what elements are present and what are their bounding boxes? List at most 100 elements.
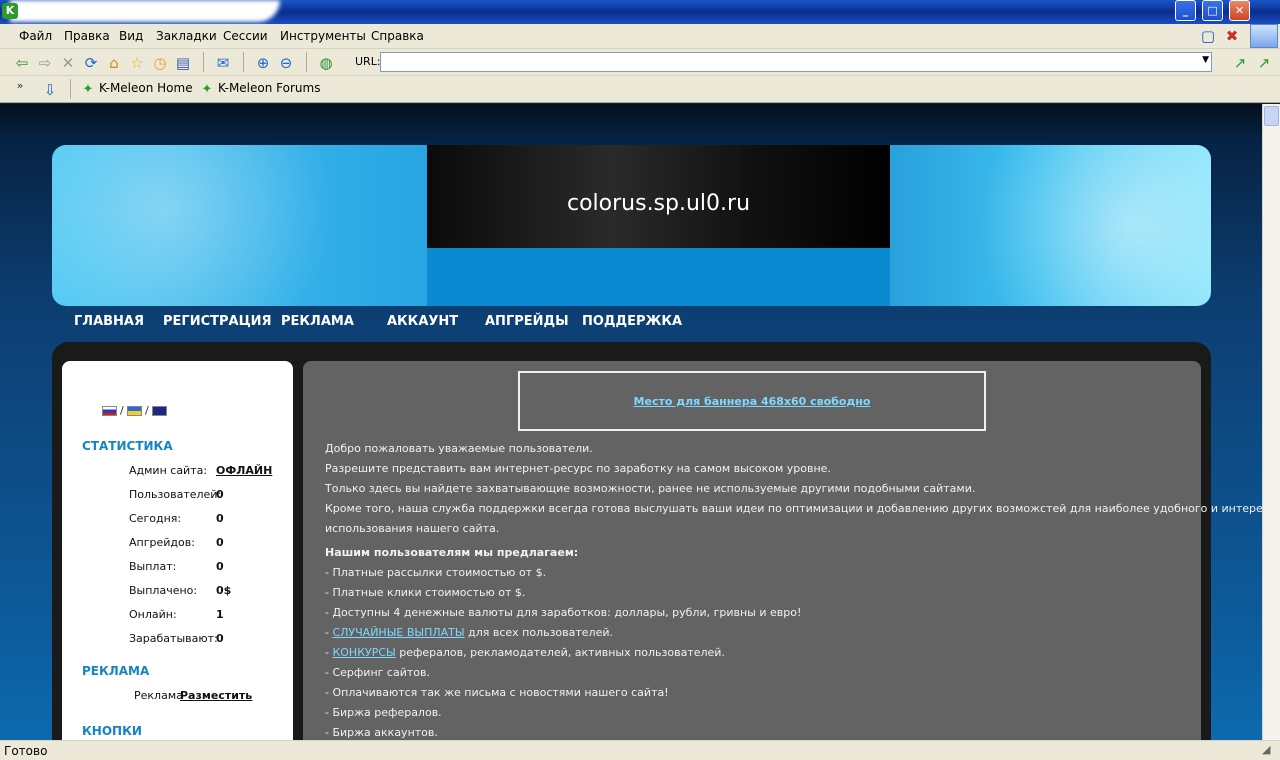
stat-value: 0 xyxy=(216,536,224,549)
header-blue-panel xyxy=(427,248,890,306)
toolbar-separator xyxy=(243,52,244,72)
stat-label: Зарабатывают: xyxy=(129,632,218,645)
close-button[interactable]: ✕ xyxy=(1229,0,1250,21)
stat-label: Онлайн: xyxy=(129,608,177,621)
nav-advertising[interactable]: РЕКЛАМА xyxy=(281,314,354,329)
k-meleon-app-icon: K xyxy=(2,3,18,19)
flag-ru-icon[interactable] xyxy=(102,406,117,416)
offer-heading: Нашим пользователям мы предлагаем: xyxy=(325,546,579,559)
site-header-banner: colorus.sp.ul0.ru xyxy=(52,145,1211,306)
status-text: Готово xyxy=(4,744,48,758)
go-alt-icon[interactable]: ↗ xyxy=(1254,53,1274,73)
toolbar-separator xyxy=(70,79,71,99)
new-window-icon[interactable]: ▢ xyxy=(1198,26,1218,46)
nav-account[interactable]: АККАУНТ xyxy=(387,314,458,329)
bookmarks-toolbar: » ⇩ ✦ K-Meleon Home ✦ K-Meleon Forums xyxy=(0,76,1280,103)
bookmark-k-meleon-forums[interactable]: K-Meleon Forums xyxy=(218,81,320,95)
k-meleon-bookmark-icon: ✦ xyxy=(82,82,94,97)
scrollbar-thumb[interactable] xyxy=(1264,106,1279,126)
menu-bookmarks[interactable]: Закладки xyxy=(156,29,217,43)
intro-line: использования нашего сайта. xyxy=(325,522,500,535)
offer-line: - Платные клики стоимостью от $. xyxy=(325,586,526,599)
intro-line: Разрешите представить вам интернет-ресур… xyxy=(325,462,831,475)
menu-view[interactable]: Вид xyxy=(119,29,143,43)
menu-tools[interactable]: Инструменты xyxy=(280,29,366,43)
nav-upgrades[interactable]: АПГРЕЙДЫ xyxy=(485,314,569,329)
stat-label: Пользователей: xyxy=(129,488,222,501)
forward-icon[interactable]: ⇨ xyxy=(35,53,55,73)
stat-value: 0 xyxy=(216,488,224,501)
print-icon[interactable]: ▤ xyxy=(173,53,193,73)
menu-file[interactable]: Файл xyxy=(19,29,52,43)
bookmark-star-icon[interactable]: ☆ xyxy=(127,53,147,73)
back-icon[interactable]: ⇦ xyxy=(12,53,32,73)
toolbar-separator xyxy=(203,52,204,72)
web-page-viewport: colorus.sp.ul0.ru ГЛАВНАЯ РЕГИСТРАЦИЯ РЕ… xyxy=(0,104,1262,740)
banner-ad-placeholder: Место для баннера 468x60 свободно xyxy=(518,371,986,431)
bookmark-k-meleon-home[interactable]: K-Meleon Home xyxy=(99,81,193,95)
offer-line: - Биржа аккаунтов. xyxy=(325,726,438,739)
home-icon[interactable]: ⌂ xyxy=(104,53,124,73)
close-tab-icon[interactable]: ✖ xyxy=(1222,26,1242,46)
offer-line: - Платные рассылки стоимостью от $. xyxy=(325,566,547,579)
stat-admin-value[interactable]: ОФЛАЙН xyxy=(216,464,272,477)
vertical-scrollbar[interactable] xyxy=(1262,104,1280,740)
minimize-button[interactable]: _ xyxy=(1175,0,1196,21)
url-input[interactable]: ▼ xyxy=(380,52,1212,72)
stat-label: Выплачено: xyxy=(129,584,198,597)
intro-line: Добро пожаловать уважаемые пользователи. xyxy=(325,442,593,455)
stat-value: 0 xyxy=(216,632,224,645)
offer-line: - Биржа рефералов. xyxy=(325,706,442,719)
ads-place-link[interactable]: Разместить xyxy=(180,689,252,702)
chevron-more-icon[interactable]: » xyxy=(10,76,30,96)
status-bar: Готово ◢ xyxy=(0,740,1280,760)
buttons-heading: КНОПКИ xyxy=(82,724,142,738)
nav-support[interactable]: ПОДДЕРЖКА xyxy=(582,314,682,329)
flag-uk-icon[interactable] xyxy=(152,406,167,416)
ads-text: Реклама xyxy=(134,689,183,702)
random-payouts-link[interactable]: СЛУЧАЙНЫЕ ВЫПЛАТЫ xyxy=(332,626,464,639)
intro-line: Кроме того, наша служба поддержки всегда… xyxy=(325,502,1262,515)
zoom-out-icon[interactable]: ⊖ xyxy=(276,53,296,73)
contests-link[interactable]: КОНКУРСЫ xyxy=(332,646,395,659)
throbber-icon xyxy=(1250,24,1278,48)
mail-icon[interactable]: ✉ xyxy=(213,53,233,73)
stat-label: Выплат: xyxy=(129,560,177,573)
offer-line: - Доступны 4 денежные валюты для заработ… xyxy=(325,606,802,619)
flag-ua-icon[interactable] xyxy=(127,406,142,416)
banner-ad-link[interactable]: Место для баннера 468x60 свободно xyxy=(520,395,984,408)
globe-icon[interactable]: ◍ xyxy=(316,53,336,73)
nav-registration[interactable]: РЕГИСТРАЦИЯ xyxy=(163,314,272,329)
offer-line-contests: - КОНКУРСЫ рефералов, рекламодателей, ак… xyxy=(325,646,725,659)
go-icon[interactable]: ↗ xyxy=(1230,53,1250,73)
menu-edit[interactable]: Правка xyxy=(64,29,110,43)
title-glow xyxy=(10,0,280,22)
menu-help[interactable]: Справка xyxy=(371,29,424,43)
zoom-in-icon[interactable]: ⊕ xyxy=(253,53,273,73)
toolbar-separator xyxy=(306,52,307,72)
offer-line: - Оплачиваются так же письма с новостями… xyxy=(325,686,669,699)
nav-home[interactable]: ГЛАВНАЯ xyxy=(74,314,144,329)
stat-label: Апгрейдов: xyxy=(129,536,195,549)
history-clock-icon[interactable]: ◷ xyxy=(150,53,170,73)
stat-label: Админ сайта: xyxy=(129,464,208,477)
stat-value: 0 xyxy=(216,560,224,573)
url-dropdown-icon[interactable]: ▼ xyxy=(1202,55,1209,65)
stop-icon[interactable]: ✕ xyxy=(58,53,78,73)
site-title: colorus.sp.ul0.ru xyxy=(566,191,751,216)
resize-grip-icon[interactable]: ◢ xyxy=(1262,743,1270,756)
floral-decoration-left xyxy=(52,145,427,306)
bookmarks-menu-icon[interactable]: ⇩ xyxy=(40,80,60,100)
stat-value: 0$ xyxy=(216,584,232,597)
window-title-bar: K _ □ ✕ xyxy=(0,0,1280,24)
stat-label: Сегодня: xyxy=(129,512,182,525)
k-meleon-bookmark-icon: ✦ xyxy=(201,82,213,97)
menu-sessions[interactable]: Сессии xyxy=(223,29,268,43)
stat-value: 1 xyxy=(216,608,224,621)
floral-decoration-right xyxy=(890,145,1211,306)
reload-icon[interactable]: ⟳ xyxy=(81,53,101,73)
offer-line-random: - СЛУЧАЙНЫЕ ВЫПЛАТЫ для всех пользовател… xyxy=(325,626,614,639)
maximize-button[interactable]: □ xyxy=(1202,0,1223,21)
sidebar: / / СТАТИСТИКА Админ сайта: ОФЛАЙН Польз… xyxy=(62,361,293,740)
offer-line: - Серфинг сайтов. xyxy=(325,666,430,679)
